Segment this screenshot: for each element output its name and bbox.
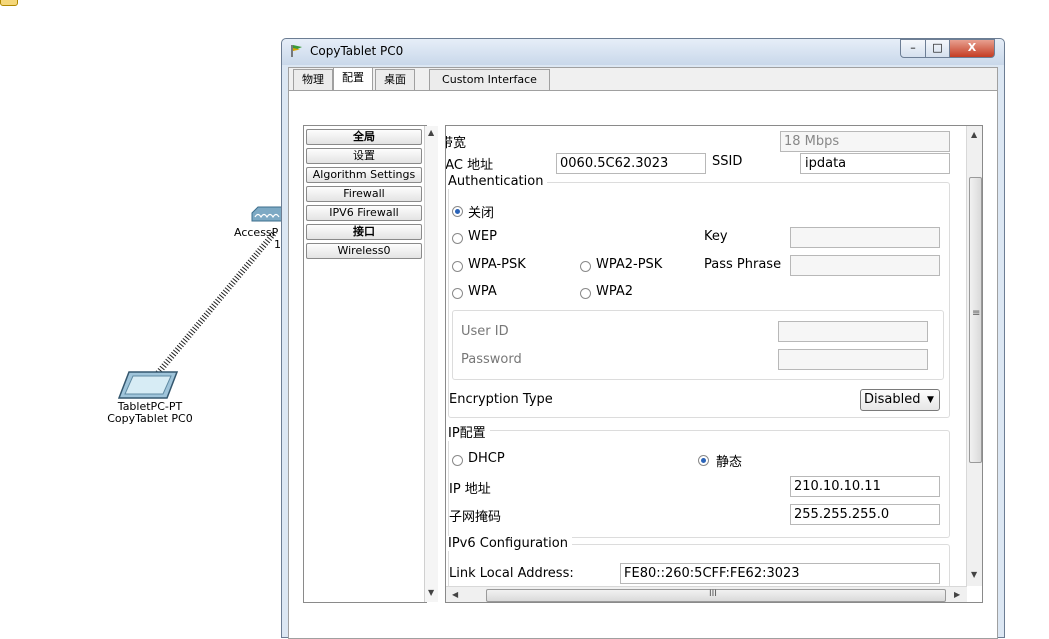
encryption-type-value: Disabled [864,392,921,407]
tab-custom-interface[interactable]: Custom Interface [429,69,550,90]
tab-desktop[interactable]: 桌面 [375,69,415,90]
authentication-title: Authentication [448,174,548,189]
auth-wpa2-psk-radio[interactable] [580,261,591,272]
bandwidth-field: 18 Mbps [780,131,950,152]
wireless-link-line [155,230,278,375]
ipv6-config-title: IPv6 Configuration [448,536,572,551]
auth-off-radio[interactable] [452,206,463,217]
authentication-group [448,182,950,418]
tab-config[interactable]: 配置 [333,67,373,90]
config-horizontal-scrollbar[interactable]: ◀ III ▶ [446,586,967,602]
nav-item-wireless0[interactable]: Wireless0 [306,243,422,259]
auth-wpa-label: WPA [468,284,497,299]
encryption-type-dropdown[interactable]: Disabled ▼ [860,389,940,411]
user-id-field[interactable] [778,321,928,342]
encryption-type-label: Encryption Type [449,392,553,407]
auth-wpa2-label: WPA2 [596,284,634,299]
chevron-down-icon: ▼ [927,395,934,405]
nav-item-firewall[interactable]: Firewall [306,186,422,202]
scroll-left-arrow-icon[interactable]: ◀ [452,590,458,599]
ssid-field[interactable]: ipdata [800,153,950,174]
scroll-down-arrow-icon[interactable]: ▼ [428,588,434,597]
app-icon [291,45,302,57]
toolbar-icon[interactable] [0,0,18,6]
link-local-address-label: Link Local Address: [449,566,574,581]
ip-address-field[interactable]: 210.10.10.11 [790,476,940,497]
ip-address-label: IP 地址 [449,482,491,497]
key-label: Key [704,229,728,244]
nav-item-global[interactable]: 全局 [306,129,422,145]
config-vertical-scrollbar[interactable]: ▲ ≡ ▼ [966,126,982,586]
nav-item-interface[interactable]: 接口 [306,224,422,240]
static-ip-label: 静态 [716,455,743,470]
auth-wpa2-psk-label: WPA2-PSK [596,257,663,272]
bandwidth-label: 带宽 [446,136,467,151]
pass-phrase-label: Pass Phrase [704,257,782,272]
window-titlebar[interactable]: CopyTablet PC0 – □ X [282,39,1004,65]
window-client-area: 物理 配置 桌面 Custom Interface 全局 设置 Algorith… [288,67,998,639]
access-point-device[interactable] [250,205,283,227]
window-title: CopyTablet PC0 [310,44,404,58]
config-nav-list: 全局 设置 Algorithm Settings Firewall IPV6 F… [303,125,438,603]
scroll-down-arrow-icon[interactable]: ▼ [971,570,977,579]
auth-off-label: 关闭 [468,206,495,221]
minimize-button[interactable]: – [900,39,926,58]
pass-phrase-field[interactable] [790,255,940,276]
maximize-button[interactable]: □ [925,39,950,58]
auth-wpa2-radio[interactable] [580,288,591,299]
static-ip-radio[interactable] [698,455,709,466]
auth-wpa-radio[interactable] [452,288,463,299]
tablet-icon [117,371,179,399]
access-point-number: 1 [274,238,281,251]
auth-wpa-psk-radio[interactable] [452,261,463,272]
ip-config-title: IP配置 [448,422,490,441]
tab-physical[interactable]: 物理 [293,69,333,90]
access-point-icon [251,206,283,222]
user-id-label: User ID [461,324,509,339]
nav-item-settings[interactable]: 设置 [306,148,422,164]
access-point-label: AccessP [234,226,279,239]
dhcp-radio[interactable] [452,455,463,466]
horizontal-scroll-thumb[interactable]: III [486,589,946,602]
close-button[interactable]: X [949,39,995,58]
tablet-device[interactable] [117,370,179,400]
vertical-scroll-thumb[interactable]: ≡ [969,177,982,463]
subnet-mask-field[interactable]: 255.255.255.0 [790,504,940,525]
scroll-grip-icon: ≡ [972,308,981,319]
auth-wep-label: WEP [468,229,497,244]
auth-wep-radio[interactable] [452,233,463,244]
nav-item-ipv6-firewall[interactable]: IPV6 Firewall [306,205,422,221]
wireless-config-panel: 带宽 18 Mbps MAC 地址 0060.5C62.3023 SSID ip… [445,125,983,603]
ssid-label: SSID [712,154,743,169]
link-local-address-field[interactable]: FE80::260:5CFF:FE62:3023 [620,563,940,584]
scroll-up-arrow-icon[interactable]: ▲ [971,130,977,139]
config-tab-panel: 全局 设置 Algorithm Settings Firewall IPV6 F… [289,90,997,638]
scroll-right-arrow-icon[interactable]: ▶ [954,590,960,599]
nav-item-algorithm-settings[interactable]: Algorithm Settings [306,167,422,183]
scroll-up-arrow-icon[interactable]: ▲ [428,128,434,137]
device-config-window: CopyTablet PC0 – □ X 物理 配置 桌面 Custom Int… [281,38,1005,639]
mac-address-field[interactable]: 0060.5C62.3023 [556,153,706,174]
tablet-name-label: CopyTablet PC0 [107,412,193,425]
password-label: Password [461,352,522,367]
auth-wpa-psk-label: WPA-PSK [468,257,526,272]
scroll-grip-icon: III [709,589,717,599]
nav-list-scrollbar[interactable]: ▲ ▼ [424,126,438,602]
password-field[interactable] [778,349,928,370]
dhcp-label: DHCP [468,451,505,466]
mac-address-label: MAC 地址 [445,158,494,173]
subnet-mask-label: 子网掩码 [449,510,502,525]
key-field[interactable] [790,227,940,248]
